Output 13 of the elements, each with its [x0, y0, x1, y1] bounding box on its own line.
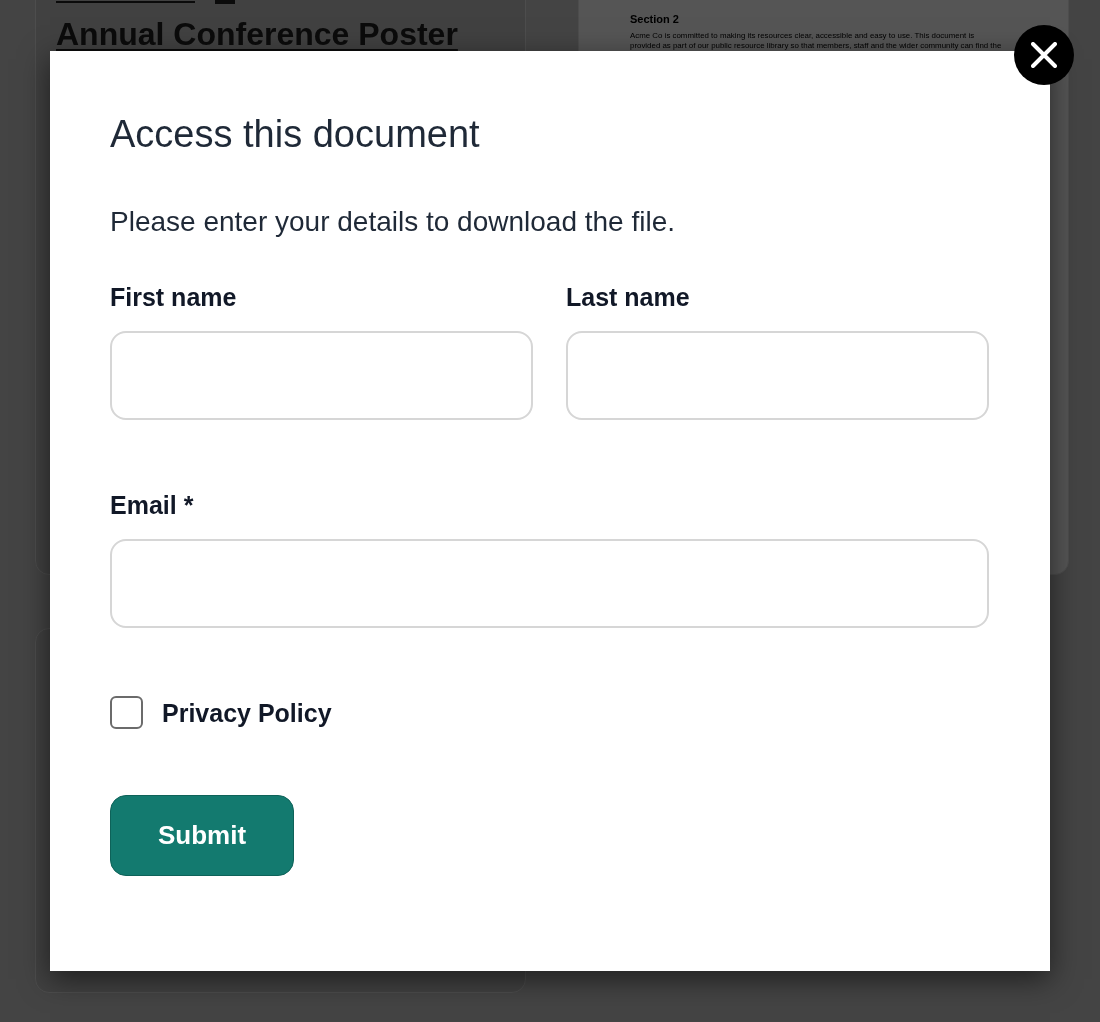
field-label: Last name: [566, 282, 690, 312]
input-field[interactable]: [110, 331, 533, 420]
modal-title: Access this document: [110, 112, 481, 157]
field-label: First name: [110, 282, 237, 312]
submit-button[interactable]: Submit: [110, 795, 295, 876]
checkbox[interactable]: [110, 696, 143, 729]
checkbox-label: Privacy Policy: [162, 697, 332, 728]
document-heading: Section 2: [630, 13, 680, 26]
modal-intro: Please enter your details to download the file.: [110, 205, 677, 239]
close-icon: [1031, 42, 1057, 68]
input-field[interactable]: [110, 539, 989, 628]
input-field[interactable]: [566, 331, 989, 420]
field-label: Email *: [110, 490, 194, 520]
